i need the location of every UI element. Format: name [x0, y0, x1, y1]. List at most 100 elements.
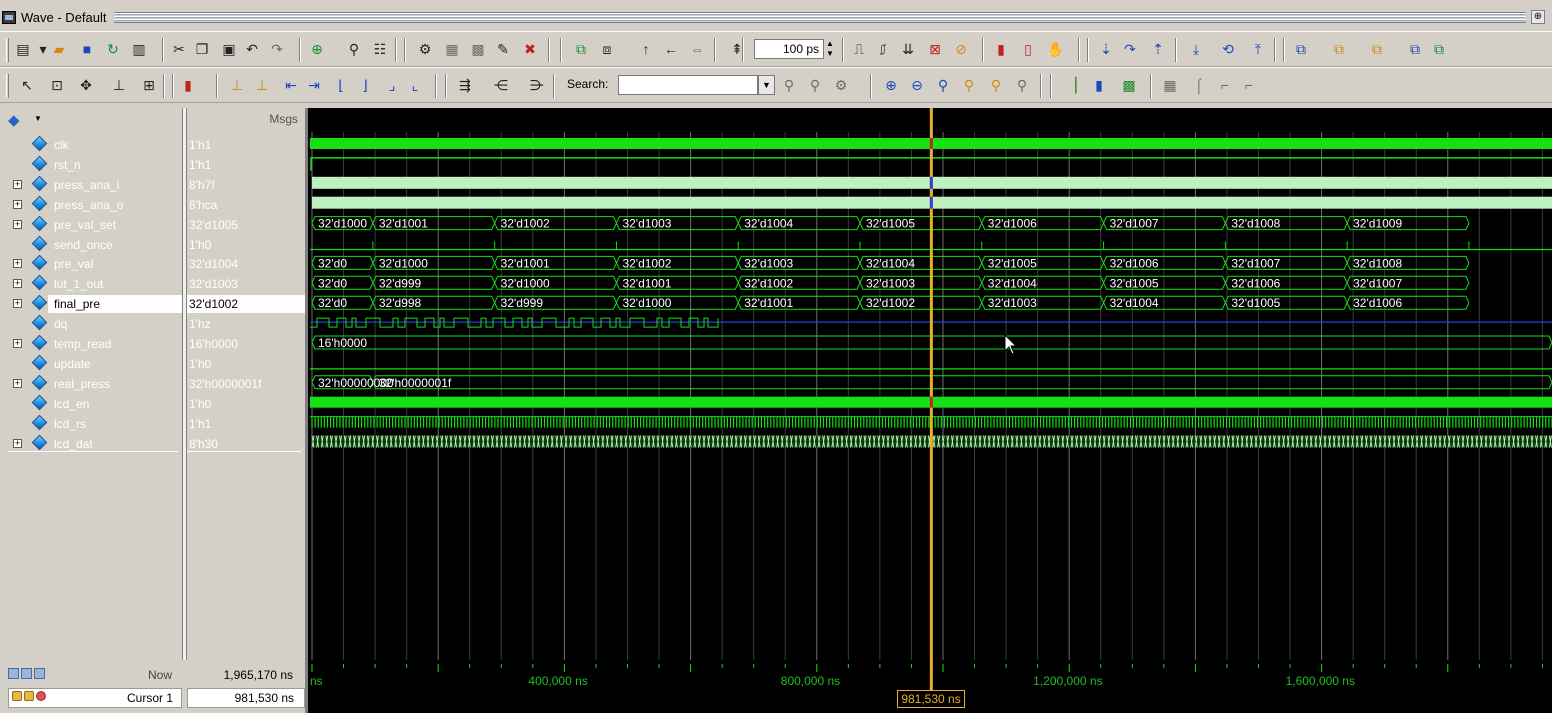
- wave-toolbar-grip[interactable]: [6, 74, 9, 98]
- signal-row-send-once[interactable]: send_once: [8, 235, 182, 255]
- signal-row-lcd-en[interactable]: lcd_en: [8, 394, 182, 414]
- open-folder-icon[interactable]: ▰: [50, 39, 68, 59]
- wave-fill-icon[interactable]: ▮: [1090, 75, 1108, 95]
- add-icon[interactable]: ⊕: [308, 39, 326, 59]
- signal-value-row[interactable]: 1'h0: [187, 235, 305, 255]
- insert-cursor-icon[interactable]: ⊥: [110, 75, 128, 95]
- combine-icon[interactable]: ⋺: [528, 75, 546, 95]
- signal-row-dq[interactable]: dq: [8, 314, 182, 334]
- signal-value-row[interactable]: 1'h0: [187, 394, 305, 414]
- signal-row-press-ana-o[interactable]: + press_ana_o: [8, 195, 182, 215]
- title-drag-grip[interactable]: [114, 12, 1526, 23]
- signal-style3-icon[interactable]: ⌐: [1240, 75, 1258, 95]
- zoom-out-icon[interactable]: ⊖: [908, 75, 926, 95]
- run-length-spinner-icon[interactable]: ▲ ▼: [825, 39, 835, 59]
- signal-row-press-ana-i[interactable]: + press_ana_i: [8, 175, 182, 195]
- search-options-icon[interactable]: ⚙: [832, 75, 850, 95]
- memory-icon[interactable]: ▯: [1019, 39, 1037, 59]
- collapse-icon[interactable]: ⋲: [492, 75, 510, 95]
- cursor-list-icon[interactable]: [21, 668, 32, 679]
- add-icon[interactable]: [34, 668, 45, 679]
- layout-icon-4[interactable]: ⧉: [1406, 39, 1424, 59]
- paste-icon[interactable]: ▣: [220, 39, 238, 59]
- next-transition-icon[interactable]: ⌋: [356, 75, 374, 95]
- zoom-in-icon[interactable]: ⊕: [882, 75, 900, 95]
- search-dropdown-icon[interactable]: ▼: [758, 75, 775, 95]
- edge-rise-icon[interactable]: ⊥: [228, 75, 246, 95]
- expand-icon[interactable]: +: [13, 378, 22, 388]
- run-icon[interactable]: ⎍: [850, 39, 868, 59]
- grid-icon[interactable]: ▦: [1161, 75, 1179, 95]
- signal-value-row[interactable]: 32'd1004: [187, 254, 305, 274]
- hand-icon[interactable]: ✋: [1047, 39, 1065, 59]
- simulate-icon[interactable]: ▩: [469, 39, 487, 59]
- signal-row-pre-val-set[interactable]: + pre_val_set: [8, 215, 182, 235]
- performance-icon[interactable]: ▮: [992, 39, 1010, 59]
- expand-icon[interactable]: +: [13, 179, 22, 189]
- signal-row-lcd-rs[interactable]: lcd_rs: [8, 414, 182, 434]
- pencil-icon[interactable]: [24, 691, 34, 701]
- step-over-icon[interactable]: ↷: [1121, 39, 1139, 59]
- search-find-icon[interactable]: ⚲: [780, 75, 798, 95]
- signal-group-icon[interactable]: ◆: [8, 111, 20, 129]
- redo-icon[interactable]: ↷: [268, 39, 286, 59]
- add-cursor-icon[interactable]: [8, 668, 19, 679]
- zoom-cursor-icon[interactable]: ⚲: [960, 75, 978, 95]
- signal-style1-icon[interactable]: ⌠: [1190, 75, 1208, 95]
- break-sim-icon[interactable]: ⊠: [926, 39, 944, 59]
- layout-icon-2[interactable]: ⧉: [1330, 39, 1348, 59]
- insert-icon[interactable]: ⧈: [598, 39, 616, 59]
- undo-icon[interactable]: ↶: [243, 39, 261, 59]
- run-length-input[interactable]: 100 ps: [754, 39, 824, 59]
- signal-row-pre-val[interactable]: + pre_val: [8, 254, 182, 274]
- wave-bar-icon[interactable]: ▕: [1062, 75, 1080, 95]
- delete-cursor-icon[interactable]: [36, 691, 46, 701]
- edge-fall-icon[interactable]: ⊥: [253, 75, 271, 95]
- step-back-icon[interactable]: ⟲: [1219, 39, 1237, 59]
- signal-row-rst-n[interactable]: rst_n: [8, 155, 182, 175]
- main-toolbar-grip[interactable]: [6, 38, 9, 62]
- falling-icon[interactable]: ⌟: [383, 75, 401, 95]
- search-prev-icon[interactable]: ⚲: [806, 75, 824, 95]
- zoom-region2-icon[interactable]: ⚲: [1013, 75, 1031, 95]
- zoom-full-icon[interactable]: ⚲: [934, 75, 952, 95]
- signal-value-row[interactable]: 32'h0000001f: [187, 374, 305, 394]
- expand-icon[interactable]: +: [13, 339, 22, 348]
- wave-dense-icon[interactable]: ▩: [1120, 75, 1138, 95]
- edge-prev-icon[interactable]: ⇤: [282, 75, 300, 95]
- expand-icon[interactable]: +: [13, 259, 22, 269]
- zoom-last-icon[interactable]: ⚲: [987, 75, 1005, 95]
- select-icon[interactable]: ↖: [18, 75, 36, 95]
- signal-style2-icon[interactable]: ⌐: [1216, 75, 1234, 95]
- zoom-region-icon[interactable]: ⧉: [572, 39, 590, 59]
- signal-value-row[interactable]: 32'd1003: [187, 274, 305, 294]
- signal-row-lut-1-out[interactable]: + lut_1_out: [8, 274, 182, 294]
- find-icon[interactable]: ⚲: [345, 39, 363, 59]
- step-out-icon[interactable]: ⇡: [1149, 39, 1167, 59]
- time-axis[interactable]: ns 400,000 ns 800,000 ns 1,200,000 ns 1,600…: [308, 660, 1552, 713]
- prev-transition-icon[interactable]: ⌊: [332, 75, 350, 95]
- rising-icon[interactable]: ⌞: [406, 75, 424, 95]
- edit-mode-icon[interactable]: ⊞: [140, 75, 158, 95]
- left-arrow-icon[interactable]: ←: [662, 39, 680, 59]
- step-icon[interactable]: ⇣: [1097, 39, 1115, 59]
- continue-icon[interactable]: ⎎: [874, 39, 892, 59]
- signal-row-final-pre[interactable]: + final_pre: [8, 294, 182, 314]
- stop-sim-icon[interactable]: ⊘: [952, 39, 970, 59]
- compile-icon[interactable]: ⚙: [416, 39, 434, 59]
- up-arrow-icon[interactable]: ↑: [637, 39, 655, 59]
- expand-icon[interactable]: ⇶: [456, 75, 474, 95]
- step-into-icon[interactable]: ⤓: [1187, 39, 1205, 59]
- signal-value-row[interactable]: 32'd1002: [187, 294, 305, 314]
- format-icon[interactable]: ☷: [371, 39, 389, 59]
- expand-icon[interactable]: +: [13, 199, 22, 209]
- waveform-canvas[interactable]: 32'd1000 32'd1001 32'd1002 32'd1003 32'd1004…: [308, 108, 1552, 660]
- save-icon[interactable]: ■: [78, 39, 96, 59]
- break-icon[interactable]: ✎: [494, 39, 512, 59]
- signal-value-row[interactable]: 32'd1005: [187, 215, 305, 235]
- signal-value-row[interactable]: 1'h0: [187, 354, 305, 374]
- cursor-value-field[interactable]: 981,530 ns: [187, 688, 305, 708]
- run-length-icon[interactable]: ⇞: [728, 39, 746, 59]
- zoom-mode-icon[interactable]: ⊡: [48, 75, 66, 95]
- signal-value-row[interactable]: 16'h0000: [187, 334, 305, 354]
